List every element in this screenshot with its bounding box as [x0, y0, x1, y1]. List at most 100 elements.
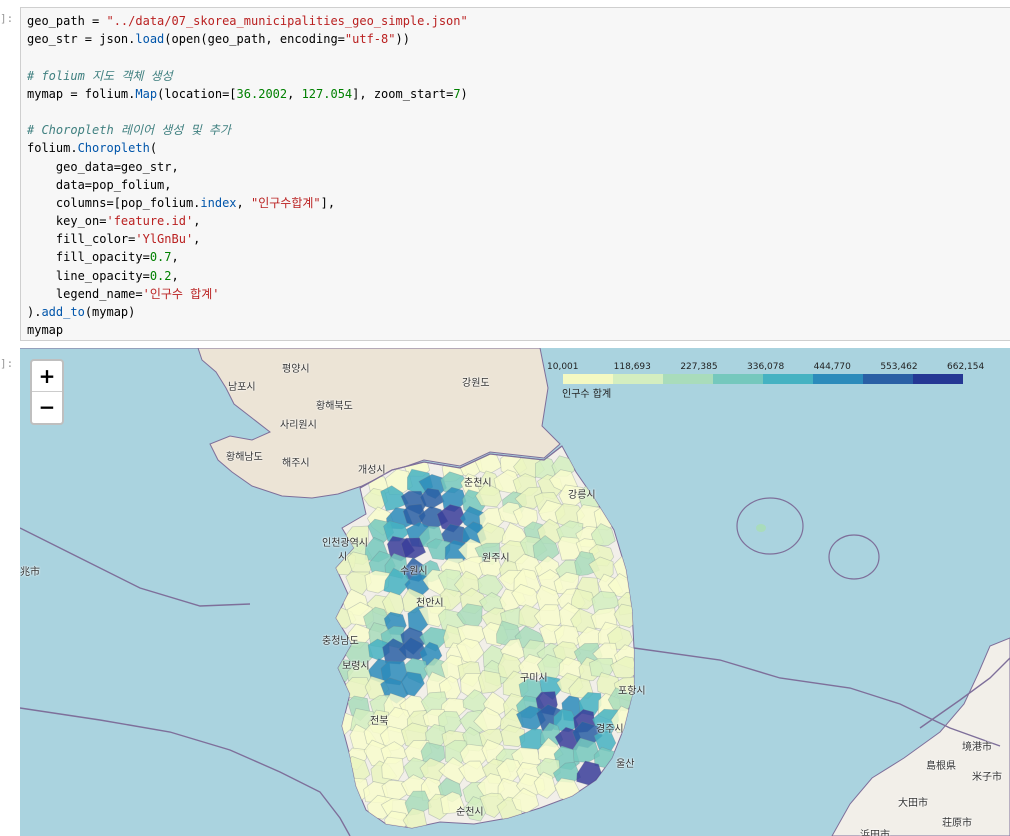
legend-color-swatch — [913, 374, 963, 384]
code-line: columns=[pop_folium.index, "인구수합계"], — [27, 194, 1010, 212]
cell-prompt-input: ]: — [0, 12, 14, 25]
map-canvas[interactable] — [20, 348, 1010, 836]
place-label: 시 — [338, 552, 348, 563]
place-label: 島根県 — [926, 761, 956, 772]
place-label: 전북 — [370, 716, 389, 727]
code-token: ], — [320, 195, 336, 210]
code-token: fill_opacity= — [27, 250, 150, 265]
legend-tick-label: 444,770 — [813, 362, 851, 372]
place-label: 순천시 — [456, 807, 484, 818]
legend-color-swatch — [863, 374, 913, 384]
code-line: line_opacity=0.2, — [27, 267, 1010, 285]
legend-color-swatch — [713, 374, 763, 384]
code-token: legend_name= — [27, 286, 143, 301]
ulleungdo-island — [756, 524, 766, 532]
code-line: geo_path = "../data/07_skorea_municipali… — [27, 12, 1010, 30]
code-line: # folium 지도 객체 생성 — [27, 67, 1010, 85]
legend-color-swatch — [563, 374, 613, 384]
code-token: "../data/07_skorea_municipalities_geo_si… — [106, 14, 468, 28]
legend-tick-label: 118,693 — [613, 362, 651, 372]
legend-tick-label: 227,385 — [680, 362, 718, 372]
code-token: , — [171, 268, 179, 283]
code-token: ( — [149, 141, 158, 156]
code-token: (mymap) — [84, 305, 136, 319]
place-label: 개성시 — [358, 465, 386, 476]
code-token: mymap = folium. — [27, 86, 136, 101]
code-token: "utf-8" — [344, 32, 396, 47]
legend-color-swatch — [763, 374, 813, 384]
code-token: line_opacity= — [27, 268, 150, 283]
code-line: # Choropleth 레이어 생성 및 추가 — [27, 121, 1010, 139]
code-line: folium.Choropleth( — [27, 139, 1010, 157]
code-token: # Choropleth 레이어 생성 및 추가 — [27, 123, 231, 138]
code-token: Choropleth — [77, 141, 150, 156]
code-line: fill_opacity=0.7, — [27, 248, 1010, 266]
place-label: 大田市 — [898, 798, 928, 809]
code-line: data=pop_folium, — [27, 176, 1010, 194]
code-token: (open(geo_path, encoding= — [164, 32, 345, 47]
code-token: geo_data=geo_str, — [27, 159, 179, 174]
code-token: '인구수 합계' — [142, 286, 220, 301]
code-line: legend_name='인구수 합계' — [27, 285, 1010, 303]
code-cell[interactable]: geo_path = "../data/07_skorea_municipali… — [20, 7, 1010, 341]
code-line: geo_str = json.load(open(geo_path, encod… — [27, 30, 1010, 48]
code-line: key_on='feature.id', — [27, 212, 1010, 230]
code-line: fill_color='YlGnBu', — [27, 230, 1010, 248]
place-label: 수원시 — [400, 566, 428, 577]
legend-caption: 인구수 합계 — [562, 389, 612, 400]
code-token: (location=[ — [157, 86, 237, 101]
folium-map[interactable]: + − 10,001 118,693 227,385 336,078 444,770 55… — [20, 348, 1010, 836]
municipality-region[interactable] — [381, 756, 405, 781]
code-token: ], zoom_start= — [352, 86, 454, 101]
legend-color-swatch — [813, 374, 863, 384]
code-token: 36.2002 — [236, 86, 288, 101]
code-token: key_on= — [27, 214, 107, 229]
code-token: columns=[pop_folium. — [27, 195, 201, 210]
place-label: 境港市 — [962, 742, 992, 753]
legend-tick-label: 336,078 — [747, 362, 785, 372]
code-line: geo_data=geo_str, — [27, 158, 1010, 176]
code-token: Map — [135, 86, 158, 101]
code-line: ).add_to(mymap) — [27, 303, 1010, 321]
code-token: 7 — [453, 86, 461, 101]
code-token: fill_color= — [27, 232, 136, 247]
place-label: 남포시 — [228, 382, 256, 393]
code-token: geo_str = json. — [27, 32, 136, 47]
cell-prompt-output: ]: — [0, 357, 14, 370]
place-label: 원주시 — [482, 553, 510, 564]
legend-color-swatch — [663, 374, 713, 384]
code-token: ) — [460, 86, 468, 101]
place-label: 荘原市 — [942, 818, 972, 829]
code-token: load — [135, 32, 165, 47]
place-label: 황해남도 — [226, 452, 263, 463]
legend-color-swatch — [613, 374, 663, 384]
code-token: # folium 지도 객체 생성 — [27, 68, 173, 83]
code-token: , — [171, 250, 179, 265]
legend-tick-label: 10,001 — [547, 362, 579, 372]
code-token: , — [287, 86, 302, 101]
code-token: "인구수합계" — [250, 195, 321, 210]
place-label: 황해북도 — [316, 401, 353, 412]
place-label: 해주시 — [282, 458, 310, 469]
code-token: geo_path = — [27, 14, 107, 28]
zoom-control: + − — [30, 359, 64, 425]
place-label: 강릉시 — [568, 490, 596, 501]
place-label: 인천광역시 — [322, 538, 368, 549]
color-legend: 10,001 118,693 227,385 336,078 444,770 553,46… — [546, 360, 986, 400]
zoom-out-button[interactable]: − — [32, 392, 62, 422]
code-line: mymap = folium.Map(location=[36.2002, 12… — [27, 85, 1010, 103]
code-token: 0.7 — [149, 250, 172, 265]
place-label: 춘천시 — [464, 478, 492, 489]
legend-color-bar — [563, 374, 963, 384]
place-label: 포항시 — [618, 686, 646, 697]
place-label: 兆市 — [20, 567, 40, 578]
zoom-in-button[interactable]: + — [32, 361, 62, 392]
place-label: 충청남도 — [322, 636, 359, 647]
code-token: mymap — [27, 323, 64, 338]
code-token: folium. — [27, 141, 78, 156]
place-label: 강원도 — [462, 378, 490, 389]
code-token: , — [236, 195, 251, 210]
place-label: 평양시 — [282, 364, 310, 375]
